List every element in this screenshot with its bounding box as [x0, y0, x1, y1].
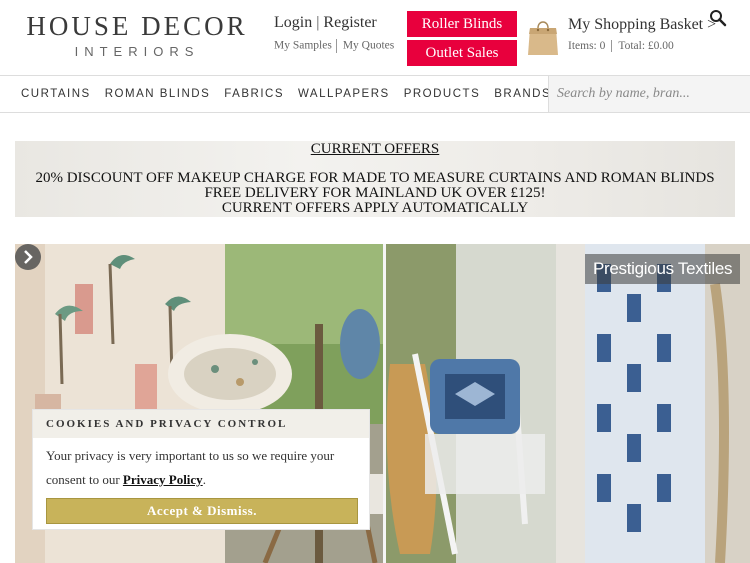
nav-brands[interactable]: BRANDS: [494, 88, 551, 100]
cookie-message: Your privacy is very important to us so …: [33, 438, 369, 492]
offers-line-discount: 20% DISCOUNT OFF MAKEUP CHARGE FOR MADE …: [35, 170, 715, 186]
shopping-bag-icon[interactable]: [527, 16, 559, 56]
logo-main-text: HOUSE DECOR: [26, 11, 248, 41]
chevron-right-icon[interactable]: [15, 244, 41, 270]
search-box: [548, 76, 750, 112]
offers-line-apply: CURRENT OFFERS APPLY AUTOMATICALLY: [221, 200, 529, 216]
basket-total: Total: £0.00: [618, 40, 674, 52]
basket-summary: Items: 0 Total: £0.00: [568, 40, 674, 53]
basket-title-link[interactable]: My Shopping Basket >: [568, 16, 716, 34]
offers-line-delivery: FREE DELIVERY FOR MAINLAND UK OVER £125!: [204, 185, 546, 201]
nav-wallpapers[interactable]: WALLPAPERS: [298, 88, 390, 100]
privacy-policy-link[interactable]: Privacy Policy: [123, 472, 203, 487]
cookie-consent-box: COOKIES AND PRIVACY CONTROL Your privacy…: [32, 409, 370, 530]
nav-products[interactable]: PRODUCTS: [404, 88, 481, 100]
site-header: HOUSE DECOR INTERIORS Login | Register My …: [0, 0, 750, 75]
hero-caption[interactable]: Prestigious Textiles: [585, 254, 741, 284]
offers-title[interactable]: CURRENT OFFERS: [15, 141, 735, 157]
cookie-heading: COOKIES AND PRIVACY CONTROL: [33, 410, 369, 438]
account-links: Login | Register My Samples My Quotes: [274, 14, 404, 53]
login-link[interactable]: Login: [274, 14, 312, 31]
my-samples-link[interactable]: My Samples: [274, 40, 332, 52]
register-link[interactable]: Register: [323, 14, 376, 31]
logo[interactable]: HOUSE DECOR INTERIORS: [22, 10, 252, 59]
current-offers-banner: CURRENT OFFERS 20% DISCOUNT OFF MAKEUP C…: [15, 141, 735, 217]
cookie-text-after: .: [202, 472, 206, 487]
main-nav: CURTAINS ROMAN BLINDS FABRICS WALLPAPERS…: [0, 75, 750, 113]
logo-sub-text: INTERIORS: [74, 44, 200, 59]
roller-blinds-button[interactable]: Roller Blinds: [407, 11, 517, 37]
outlet-sales-button[interactable]: Outlet Sales: [407, 40, 517, 66]
search-input[interactable]: [557, 82, 707, 106]
nav-fabrics[interactable]: FABRICS: [224, 88, 284, 100]
search-icon[interactable]: [709, 9, 727, 27]
nav-roman-blinds[interactable]: ROMAN BLINDS: [105, 88, 211, 100]
account-separator: |: [316, 14, 320, 31]
basket-items: Items: 0: [568, 40, 606, 52]
nav-curtains[interactable]: CURTAINS: [21, 88, 91, 100]
basket-divider: [611, 40, 613, 53]
my-quotes-link[interactable]: My Quotes: [343, 40, 394, 52]
account-divider: [335, 39, 337, 53]
accept-dismiss-button[interactable]: Accept & Dismiss.: [46, 498, 358, 524]
